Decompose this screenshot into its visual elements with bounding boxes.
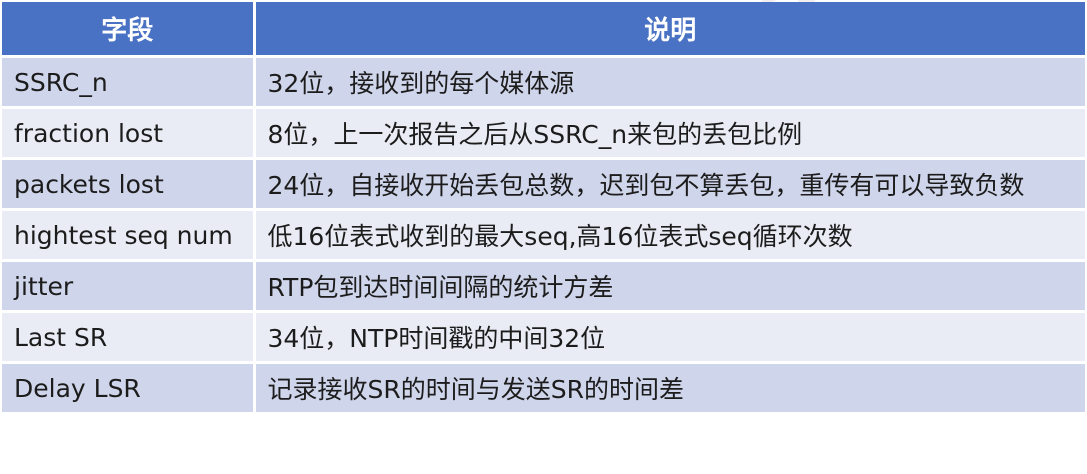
description-cell: 34位，NTP时间戳的中间32位 [254, 311, 1085, 364]
field-cell: hightest seq num [2, 209, 256, 262]
description-cell: 记录接收SR的时间与发送SR的时间差 [254, 362, 1085, 415]
header-field: 字段 [2, 2, 256, 58]
field-cell: fraction lost [2, 107, 256, 160]
description-cell: RTP包到达时间间隔的统计方差 [254, 260, 1085, 313]
table-row: jitter RTP包到达时间间隔的统计方差 [2, 260, 1085, 313]
field-cell: packets lost [2, 158, 256, 211]
description-cell: 32位，接收到的每个媒体源 [254, 56, 1085, 109]
table-row: Delay LSR 记录接收SR的时间与发送SR的时间差 [2, 362, 1085, 415]
field-description-table: 字段 说明 SSRC_n 32位，接收到的每个媒体源 fraction lost… [2, 2, 1085, 415]
description-cell: 24位，自接收开始丢包总数，迟到包不算丢包，重传有可以导致负数 [254, 158, 1085, 211]
field-cell: SSRC_n [2, 56, 256, 109]
field-cell: Last SR [2, 311, 256, 364]
table-row: SSRC_n 32位，接收到的每个媒体源 [2, 56, 1085, 109]
header-description: 说明 [254, 2, 1085, 58]
table-row: hightest seq num 低16位表式收到的最大seq,高16位表式se… [2, 209, 1085, 262]
table-row: Last SR 34位，NTP时间戳的中间32位 [2, 311, 1085, 364]
table-row: packets lost 24位，自接收开始丢包总数，迟到包不算丢包，重传有可以… [2, 158, 1085, 211]
table-row: fraction lost 8位，上一次报告之后从SSRC_n来包的丢包比例 [2, 107, 1085, 160]
description-cell: 8位，上一次报告之后从SSRC_n来包的丢包比例 [254, 107, 1085, 160]
field-cell: Delay LSR [2, 362, 256, 415]
table-header-row: 字段 说明 [2, 2, 1085, 58]
field-cell: jitter [2, 260, 256, 313]
description-cell: 低16位表式收到的最大seq,高16位表式seq循环次数 [254, 209, 1085, 262]
